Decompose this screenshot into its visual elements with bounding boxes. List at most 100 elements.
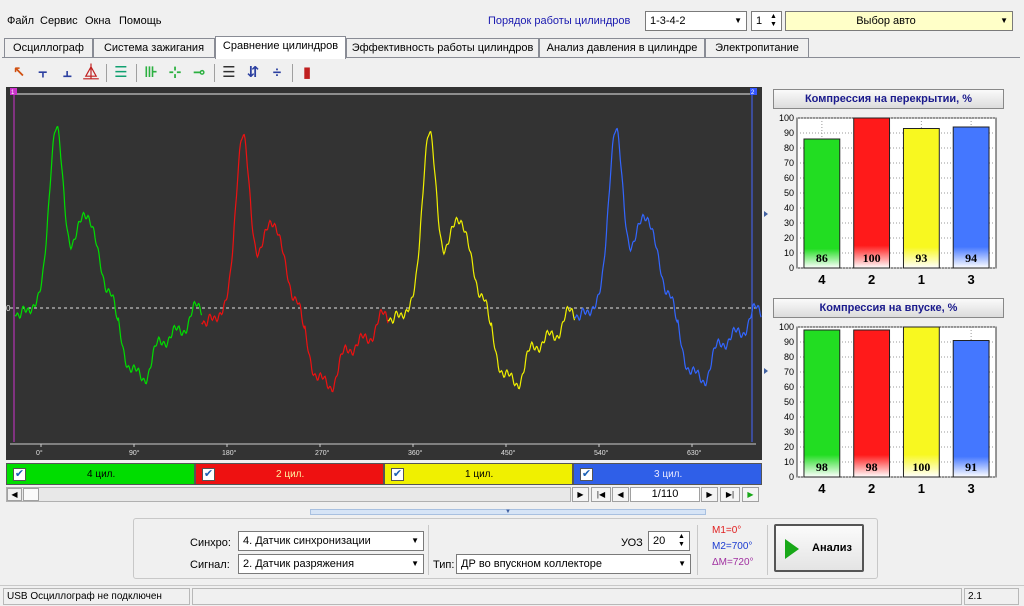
tab-power-supply[interactable]: Электропитание [705, 38, 809, 58]
analyze-button[interactable]: Анализ [774, 524, 864, 572]
degree-tick-label: 90° [129, 449, 140, 457]
menu-bar: Файл Сервис Окна Помощь Порядок работы ц… [0, 0, 1024, 36]
bar-cylinder-3 [952, 126, 990, 269]
sync-select[interactable]: 4. Датчик синхронизации ▼ [238, 531, 424, 551]
tab-cylinder-pressure[interactable]: Анализ давления в цилиндре [539, 38, 705, 58]
overlap-compression-chart: 0 10 20 30 40 50 60 70 80 90 100 86 4 100 2 93 1 94 3 [779, 113, 997, 287]
chevron-down-icon: ▼ [411, 559, 419, 568]
play-reverse-icon[interactable]: ▶ [572, 487, 589, 502]
version-status: 2.1 [964, 588, 1019, 605]
sync-label: Синхро: [190, 537, 231, 549]
menu-windows[interactable]: Окна [85, 15, 111, 27]
next-page-icon[interactable]: ▶ [701, 487, 718, 502]
y-tick-label: 10 [784, 457, 794, 467]
spin-arrows-icon[interactable]: ▲ ▼ [770, 13, 779, 29]
start-cylinder-spinner[interactable]: 1 ▲ ▼ [751, 11, 782, 31]
uoz-label: УОЗ [621, 537, 643, 549]
degree-tick-label: 180° [222, 449, 237, 457]
degree-tick-label: 630° [687, 449, 702, 457]
bar-cylinder-2 [853, 329, 891, 478]
horizontal-scrollbar[interactable]: ◀ [6, 487, 571, 502]
y-tick-label: 50 [784, 188, 794, 198]
y-tick-label: 10 [784, 248, 794, 258]
rising-edge-icon[interactable]: ⫟ [32, 62, 54, 84]
scroll-left-icon[interactable]: ◀ [7, 488, 22, 501]
first-page-icon[interactable]: |◀ [591, 487, 611, 502]
type-label: Тип: [433, 559, 455, 571]
auto-select-value: Выбор авто [856, 15, 916, 27]
bar-chart-icon[interactable]: ▮ [296, 62, 318, 84]
cursor-offset-icon[interactable]: ⊸ [188, 62, 210, 84]
y-tick-label: 80 [784, 352, 794, 362]
toolbar-separator [214, 64, 215, 82]
y-tick-label: 50 [784, 397, 794, 407]
page-navigation: ▶ |◀ ◀ 1/110 ▶ ▶| ▶ [572, 487, 762, 502]
y-tick-label: 70 [784, 158, 794, 168]
cylinder-order-label: Порядок работы цилиндров [488, 15, 631, 27]
y-tick-label: 60 [784, 382, 794, 392]
cursor-select-icon[interactable]: ↖ [8, 62, 30, 84]
toolbar-separator [136, 64, 137, 82]
spin-arrows-icon[interactable]: ▲ ▼ [678, 533, 687, 549]
channel-4-checkbox[interactable]: ✔ [13, 468, 26, 481]
waveform-plot: 1 2 0 0° 90° 180° 270° 360° 450° 540° 630° [6, 88, 762, 457]
pulse-edge-icon[interactable]: ⏅ [80, 62, 102, 84]
intake-compression-chart: 0 10 20 30 40 50 60 70 80 90 100 98 4 98 2 100 1 91 3 [779, 322, 997, 496]
cylinder-split-icon[interactable]: ⊪ [140, 62, 162, 84]
cursor-cross-icon[interactable]: ⊹ [164, 62, 186, 84]
horizontal-lines-icon[interactable]: ☰ [218, 62, 240, 84]
y-tick-label: 30 [784, 427, 794, 437]
waveform-cylinder-2 [201, 133, 389, 393]
channel-cylinder-3[interactable]: ✔ 3 цил. [573, 463, 762, 485]
channel-1-checkbox[interactable]: ✔ [391, 468, 404, 481]
type-select[interactable]: ДР во впускном коллекторе ▼ [456, 554, 691, 574]
horizontal-splitter[interactable]: ▼ [310, 509, 706, 515]
intake-compression-title: Компрессия на впуске, % [773, 298, 1004, 318]
stack-icon[interactable]: ☰ [110, 62, 132, 84]
tab-ignition-system[interactable]: Система зажигания [93, 38, 215, 58]
channel-2-label: 2 цил. [276, 469, 305, 480]
tab-cylinder-comparison[interactable]: Сравнение цилиндров [215, 36, 346, 59]
zero-label: 0 [6, 304, 11, 313]
amplitude-icon[interactable]: ⇵ [242, 62, 264, 84]
menu-file[interactable]: Файл [7, 15, 34, 27]
oscilloscope-display[interactable]: 1 2 0 0° 90° 180° 270° 360° 450° 540° 630° [6, 87, 762, 460]
y-tick-label: 60 [784, 173, 794, 183]
y-tick-label: 40 [784, 203, 794, 213]
channel-2-checkbox[interactable]: ✔ [202, 468, 215, 481]
y-tick-label: 0 [789, 263, 794, 273]
play-icon[interactable]: ▶ [742, 487, 759, 502]
y-tick-label: 90 [784, 337, 794, 347]
channel-3-checkbox[interactable]: ✔ [580, 468, 593, 481]
vertical-resize-icon[interactable]: ÷ [266, 62, 288, 84]
tab-oscilloscope[interactable]: Осциллограф [4, 38, 93, 58]
toolbar-separator [106, 64, 107, 82]
channel-cylinder-1[interactable]: ✔ 1 цил. [384, 463, 573, 485]
vertical-splitter[interactable] [763, 87, 769, 502]
auto-select[interactable]: Выбор авто ▼ [785, 11, 1013, 31]
falling-edge-icon[interactable]: ⫠ [56, 62, 78, 84]
channel-4-label: 4 цил. [87, 469, 116, 480]
status-empty [192, 588, 962, 605]
uoz-spinner[interactable]: 20 ▲ ▼ [648, 531, 690, 551]
last-page-icon[interactable]: ▶| [720, 487, 740, 502]
channel-cylinder-2[interactable]: ✔ 2 цил. [195, 463, 384, 485]
scroll-thumb[interactable] [23, 488, 39, 501]
signal-select[interactable]: 2. Датчик разряжения ▼ [238, 554, 424, 574]
channel-cylinder-4[interactable]: ✔ 4 цил. [6, 463, 195, 485]
cylinder-order-value: 1-3-4-2 [650, 15, 686, 27]
tab-cylinder-efficiency[interactable]: Эффективность работы цилиндров [346, 38, 539, 58]
y-tick-label: 90 [784, 128, 794, 138]
chevron-down-icon: ▼ [411, 536, 419, 545]
menu-service[interactable]: Сервис [40, 15, 78, 27]
cylinder-order-select[interactable]: 1-3-4-2 ▼ [645, 11, 747, 31]
menu-help[interactable]: Помощь [119, 15, 162, 27]
bar-value-label: 100 [912, 460, 930, 474]
sync-value: 4. Датчик синхронизации [243, 535, 371, 547]
prev-page-icon[interactable]: ◀ [612, 487, 629, 502]
status-bar: USB Осциллограф не подключен 2.1 [0, 585, 1024, 606]
bar-value-label: 100 [863, 251, 881, 265]
category-label: 4 [818, 272, 826, 287]
y-tick-label: 100 [779, 113, 794, 123]
overlap-compression-title: Компрессия на перекрытии, % [773, 89, 1004, 109]
